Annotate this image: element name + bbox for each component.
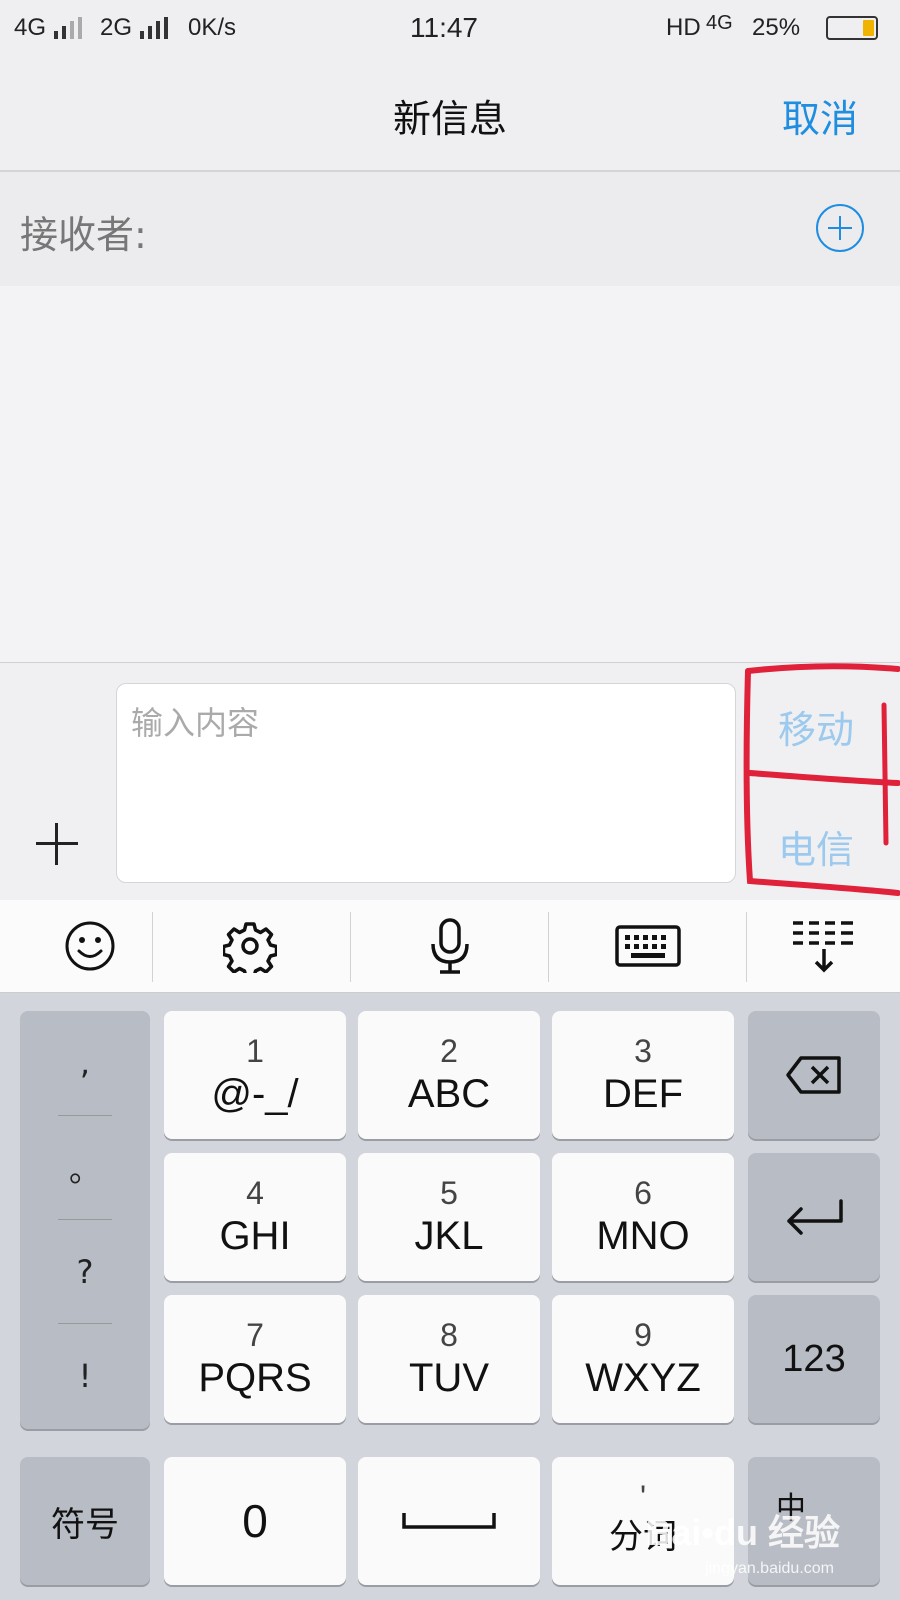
toolbar-divider xyxy=(548,912,549,982)
cancel-button[interactable]: 取消 xyxy=(782,88,858,143)
keyboard-toolbar xyxy=(0,900,900,993)
nav-bar: 新信息 取消 xyxy=(0,60,900,172)
key-9[interactable]: 9 WXYZ xyxy=(552,1295,734,1423)
key-6[interactable]: 6 MNO xyxy=(552,1153,734,1281)
key-1[interactable]: 1 @-_/ xyxy=(164,1011,346,1139)
page-title: 新信息 xyxy=(392,97,507,141)
recipient-label: 接收者: xyxy=(20,213,147,257)
key-number: 4 xyxy=(246,1175,264,1211)
battery-icon xyxy=(826,16,878,40)
key-letters: ABC xyxy=(407,1072,491,1116)
baidu-watermark-logo: Bai•du 经验 xyxy=(645,1512,840,1553)
compose-bar: 移动 电信 xyxy=(0,662,900,901)
recipient-row[interactable]: 接收者: xyxy=(0,172,900,286)
key-7[interactable]: 7 PQRS xyxy=(164,1295,346,1423)
enter-arrow-icon xyxy=(787,1199,843,1235)
key-number: 6 xyxy=(634,1175,652,1211)
keyboard-icon[interactable] xyxy=(558,900,738,992)
microphone-icon[interactable] xyxy=(360,900,540,992)
punct-key-comma[interactable]: , xyxy=(20,1011,150,1115)
key-number: 1 xyxy=(246,1033,264,1069)
enter-key[interactable] xyxy=(748,1153,880,1281)
clock: 11:47 xyxy=(410,12,478,43)
key-0[interactable]: 0 xyxy=(164,1457,346,1585)
key-letters: PQRS xyxy=(198,1356,312,1400)
key-letters: JKL xyxy=(414,1214,484,1258)
key-letters: DEF xyxy=(603,1072,683,1116)
sim2-signal-icon xyxy=(140,17,174,39)
key-letters: @-_/ xyxy=(211,1072,299,1116)
zero-label: 0 xyxy=(242,1495,268,1547)
hd-label: HD xyxy=(666,14,701,41)
numeric-mode-key[interactable]: 123 xyxy=(748,1295,880,1423)
key-4[interactable]: 4 GHI xyxy=(164,1153,346,1281)
battery-percent: 25% xyxy=(752,14,801,41)
sim2-network-label: 2G xyxy=(100,14,133,41)
key-3[interactable]: 3 DEF xyxy=(552,1011,734,1139)
sim1-network-label: 4G xyxy=(14,14,47,41)
network-speed: 0K/s xyxy=(188,14,237,41)
toolbar-divider xyxy=(350,912,351,982)
settings-gear-icon[interactable] xyxy=(160,900,340,992)
punct-key-period[interactable]: 。 xyxy=(20,1116,150,1220)
punct-key-question[interactable]: ? xyxy=(20,1220,150,1324)
key-number: 7 xyxy=(246,1317,264,1353)
key-letters: WXYZ xyxy=(585,1356,701,1400)
key-number: 2 xyxy=(440,1033,458,1069)
key-number: 3 xyxy=(634,1033,652,1069)
symbols-key[interactable]: 符号 xyxy=(20,1457,150,1585)
numeric-mode-label: 123 xyxy=(782,1337,846,1380)
emoji-icon[interactable] xyxy=(0,900,180,992)
symbols-label: 符号 xyxy=(51,1505,119,1544)
key-number: 5 xyxy=(440,1175,458,1211)
key-letters: GHI xyxy=(219,1214,291,1258)
punctuation-column[interactable]: , 。 ? ! xyxy=(20,1011,150,1429)
space-key[interactable] xyxy=(358,1457,540,1585)
toolbar-divider xyxy=(152,912,153,982)
backspace-key[interactable] xyxy=(748,1011,880,1139)
lte-label: 4G xyxy=(706,12,733,34)
baidu-watermark-url: jingyan.baidu.com xyxy=(705,1560,834,1577)
message-input[interactable] xyxy=(116,683,736,883)
key-2[interactable]: 2 ABC xyxy=(358,1011,540,1139)
key-letters: MNO xyxy=(596,1214,690,1258)
sim1-signal-icon xyxy=(54,17,88,39)
key-letters: TUV xyxy=(409,1356,489,1400)
key-number: 8 xyxy=(440,1317,458,1353)
keyboard: , 。 ? ! 1 @-_/ 2 ABC 3 DEF 4 GHI 5 JKL 6… xyxy=(0,993,900,1600)
message-thread-area xyxy=(0,286,900,662)
status-bar: 4G 2G 0K/s 11:47 HD 4G 25% xyxy=(0,0,900,60)
key-number: 9 xyxy=(634,1317,652,1353)
punct-key-exclamation[interactable]: ! xyxy=(20,1324,150,1428)
add-recipient-plus-icon[interactable] xyxy=(816,204,864,252)
key-5[interactable]: 5 JKL xyxy=(358,1153,540,1281)
key-8[interactable]: 8 TUV xyxy=(358,1295,540,1423)
attach-plus-icon[interactable] xyxy=(36,823,78,865)
space-bar-icon xyxy=(402,1513,496,1529)
backspace-icon xyxy=(786,1056,841,1094)
red-annotation-box xyxy=(743,663,900,896)
collapse-keyboard-icon[interactable] xyxy=(734,900,900,992)
